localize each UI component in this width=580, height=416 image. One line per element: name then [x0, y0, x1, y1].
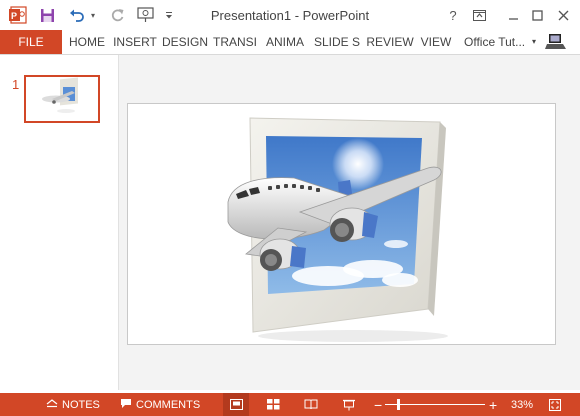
tab-home[interactable]: HOME	[64, 30, 110, 54]
slide-canvas[interactable]	[127, 103, 556, 345]
help-button[interactable]: ?	[442, 4, 464, 26]
comments-button[interactable]: COMMENTS	[120, 393, 200, 416]
slide-editor	[119, 55, 580, 390]
notes-button[interactable]: NOTES	[46, 393, 100, 416]
tab-slide-show[interactable]: SLIDE S	[312, 30, 362, 54]
chevron-down-icon[interactable]: ▾	[532, 30, 536, 54]
minimize-icon[interactable]	[502, 4, 524, 26]
notes-label: NOTES	[62, 398, 100, 411]
tab-design[interactable]: DESIGN	[160, 30, 210, 54]
ribbon-tabs: FILE HOME INSERT DESIGN TRANSI ANIMA SLI…	[0, 30, 580, 55]
window-title: Presentation1 - PowerPoint	[210, 8, 370, 23]
status-bar: NOTES COMMENTS − + 33%	[0, 393, 580, 416]
tab-insert[interactable]: INSERT	[112, 30, 158, 54]
comment-icon	[120, 398, 132, 412]
notes-icon	[46, 398, 58, 411]
comments-label: COMMENTS	[136, 398, 201, 411]
normal-view-icon[interactable]	[223, 393, 249, 416]
tab-animations[interactable]: ANIMA	[260, 30, 310, 54]
zoom-out-button[interactable]: −	[374, 393, 382, 416]
airplane-picture[interactable]	[128, 104, 555, 344]
tab-file[interactable]: FILE	[0, 30, 62, 54]
reading-view-icon[interactable]	[298, 393, 324, 416]
zoom-percent[interactable]: 33%	[511, 393, 533, 416]
title-bar: P ▾ Presentation1 - PowerPoint ?	[0, 0, 580, 30]
thumbnail-image	[26, 77, 98, 121]
zoom-slider-thumb[interactable]	[397, 399, 400, 410]
account-name[interactable]: Office Tut...	[464, 30, 525, 54]
powerpoint-window: P ▾ Presentation1 - PowerPoint ? FILE HO…	[0, 0, 580, 416]
tab-transitions[interactable]: TRANSI	[212, 30, 258, 54]
slideshow-icon[interactable]	[336, 393, 362, 416]
slide-thumbnail[interactable]	[24, 75, 100, 123]
close-icon[interactable]	[552, 4, 574, 26]
fit-slide-icon[interactable]	[542, 393, 568, 416]
ribbon-display-options-icon[interactable]	[468, 4, 490, 26]
slide-sorter-icon[interactable]	[260, 393, 286, 416]
maximize-icon[interactable]	[526, 4, 548, 26]
slide-number: 1	[12, 77, 20, 92]
zoom-slider[interactable]	[385, 399, 485, 410]
zoom-in-button[interactable]: +	[489, 393, 497, 416]
slides-pane: 1	[0, 55, 119, 390]
laptop-avatar-icon[interactable]	[545, 32, 567, 56]
tab-view[interactable]: VIEW	[418, 30, 454, 54]
tab-review[interactable]: REVIEW	[364, 30, 416, 54]
